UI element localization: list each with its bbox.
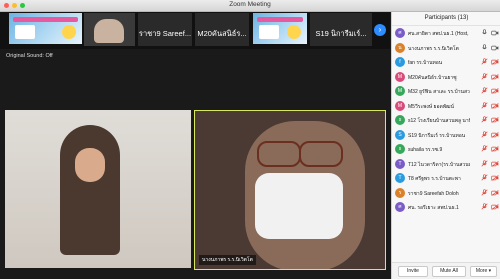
- participant-name: นางนภาพร ร.ร.นิเวิตโต: [408, 45, 459, 52]
- video-camera-off-icon[interactable]: [491, 59, 499, 65]
- microphone-muted-icon[interactable]: [481, 159, 488, 167]
- participant-row[interactable]: MM32 ยูรัฟิน สาเละ รร.บ้านสวนพลู: [392, 84, 500, 98]
- avatar: S: [395, 129, 405, 140]
- avatar: น: [395, 42, 405, 53]
- participant-video-left[interactable]: [5, 110, 191, 268]
- window-titlebar: Zoom Meeting: [0, 0, 500, 12]
- microphone-muted-icon[interactable]: [481, 174, 488, 181]
- participants-header: Participants (13): [392, 12, 500, 26]
- participant-name: ราชา9 Sareefah Doloh: [408, 190, 459, 197]
- microphone-muted-icon[interactable]: [481, 87, 488, 94]
- avatar: ร: [395, 187, 405, 198]
- participant-row[interactable]: M M20คันสนิธ์ร.บ้านยาซู: [392, 70, 500, 84]
- microphone-muted-icon[interactable]: [481, 58, 488, 65]
- participant-name: M5วีระพงษ์ ยอดพัฒน์: [408, 103, 454, 110]
- active-speaker-label: นางนภาพร ร.ร.นิเวิตโต: [199, 255, 256, 265]
- video-camera-off-icon[interactable]: [491, 146, 499, 152]
- avatar: T: [395, 173, 405, 183]
- video-camera-off-icon[interactable]: [491, 102, 499, 109]
- shared-slide-thumbnail: [9, 13, 82, 44]
- avatar: s: [395, 144, 405, 154]
- participant-name: suhaila รร.รซ.9: [408, 147, 443, 153]
- video-camera-off-icon[interactable]: [491, 189, 499, 196]
- participant-name: T8 ศรีฐพร ร.ร.บ้านตะพา: [408, 176, 461, 182]
- meeting-main-area: ราชา9 Sareef... M20คันสนิธ์ร... S19 นิกา…: [0, 12, 390, 279]
- mute-all-button[interactable]: Mute All: [432, 266, 466, 277]
- avatar: M: [395, 71, 405, 82]
- thumbnail-name: M20คันสนิธ์ร...: [197, 29, 247, 38]
- video-camera-off-icon[interactable]: [491, 160, 499, 167]
- video-camera-icon[interactable]: [491, 30, 499, 36]
- participant-row[interactable]: f fan รร.บ้านทอน: [392, 55, 500, 69]
- video-camera-off-icon[interactable]: [491, 175, 499, 181]
- video-camera-off-icon[interactable]: [491, 88, 499, 94]
- participant-name: s12 โรงเรียนบ้านสวนพลู นาบิยะห์: [408, 118, 470, 124]
- microphone-muted-icon[interactable]: [481, 116, 488, 123]
- participant-name: M32 ยูรัฟิน สาเละ รร.บ้านสวนพลู: [408, 89, 470, 95]
- chevron-right-icon: ›: [378, 25, 382, 34]
- microphone-muted-icon[interactable]: [481, 203, 488, 210]
- avatar: ศ: [395, 202, 405, 212]
- more-button[interactable]: More ▾: [470, 266, 497, 277]
- participant-video-active[interactable]: นางนภาพร ร.ร.นิเวิตโต: [194, 110, 386, 270]
- shared-slide-thumbnail: [253, 13, 307, 44]
- participant-name: S19 นิการีมเร์ รร.บ้านทอน: [408, 132, 466, 139]
- participant-row[interactable]: T T8 ศรีฐพร ร.ร.บ้านตะพา: [392, 171, 500, 185]
- more-label: More: [475, 268, 488, 274]
- video-camera-icon[interactable]: [491, 45, 499, 51]
- participant-row[interactable]: ศศน.สายิตา สพป.นธ.1 (Host, me): [392, 26, 500, 40]
- participant-row[interactable]: S S19 นิการีมเร์ รร.บ้านทอน: [392, 128, 500, 142]
- participant-row[interactable]: T T12 ไนวดาริดา(รร.บ้านสวนพลู): [392, 157, 500, 171]
- microphone-icon[interactable]: [481, 43, 488, 51]
- participant-name: ศน. รอรีเยาะ สพป.นธ.1: [408, 205, 459, 211]
- avatar: T: [395, 158, 405, 169]
- participants-panel: Participants (13) ศศน.สายิตา สพป.นธ.1 (H…: [391, 12, 500, 279]
- microphone-muted-icon[interactable]: [481, 130, 488, 138]
- thumbnail-name: ราชา9 Sareef...: [138, 29, 192, 38]
- window-title: Zoom Meeting: [229, 1, 271, 8]
- invite-button[interactable]: Invite: [398, 266, 428, 277]
- participant-row[interactable]: นนางนภาพร ร.ร.นิเวิตโต: [392, 41, 500, 55]
- video-camera-off-icon[interactable]: [491, 204, 499, 210]
- avatar: f: [395, 57, 405, 67]
- participant-row[interactable]: M M5วีระพงษ์ ยอดพัฒน์: [392, 99, 500, 113]
- participant-name: T12 ไนวดาริดา(รร.บ้านสวนพลู): [408, 161, 470, 168]
- avatar: M: [395, 100, 405, 111]
- participant-thumbnail[interactable]: ราชา9 Sareef...: [138, 13, 192, 46]
- participant-row[interactable]: รราชา9 Sareefah Doloh: [392, 186, 500, 200]
- thumbnail-name: S19 นิการีมเร์...: [315, 29, 367, 38]
- microphone-muted-icon[interactable]: [481, 188, 488, 196]
- participants-footer: Invite Mute All More ▾: [392, 262, 500, 279]
- avatar: ศ: [395, 28, 405, 38]
- gallery-strip: ราชา9 Sareef... M20คันสนิธ์ร... S19 นิกา…: [0, 12, 390, 49]
- video-camera-off-icon[interactable]: [491, 73, 499, 80]
- participant-row[interactable]: ss12 โรงเรียนบ้านสวนพลู นาบิยะห์: [392, 113, 500, 127]
- video-camera-off-icon[interactable]: [491, 131, 499, 138]
- participant-thumbnail[interactable]: S19 นิการีมเร์...: [310, 13, 372, 46]
- participant-name: M20คันสนิธ์ร.บ้านยาซู: [408, 74, 457, 81]
- avatar: s: [395, 115, 405, 125]
- participant-row[interactable]: s suhaila รร.รซ.9: [392, 142, 500, 156]
- microphone-muted-icon[interactable]: [481, 72, 488, 80]
- participant-name: ศน.สายิตา สพป.นธ.1 (Host, me): [408, 31, 470, 37]
- microphone-muted-icon[interactable]: [481, 145, 488, 152]
- video-camera-off-icon[interactable]: [491, 117, 499, 123]
- microphone-muted-icon[interactable]: [481, 101, 488, 109]
- next-page-button[interactable]: ›: [374, 24, 386, 36]
- participant-name: fan รร.บ้านทอน: [408, 60, 443, 66]
- microphone-icon[interactable]: [481, 29, 488, 36]
- avatar: M: [395, 86, 405, 96]
- participant-thumbnail[interactable]: M20คันสนิธ์ร...: [195, 13, 249, 46]
- original-sound-toggle[interactable]: Original Sound: Off: [6, 53, 53, 59]
- video-thumbnail[interactable]: [84, 13, 135, 46]
- participant-row[interactable]: ศศน. รอรีเยาะ สพป.นธ.1: [392, 200, 500, 214]
